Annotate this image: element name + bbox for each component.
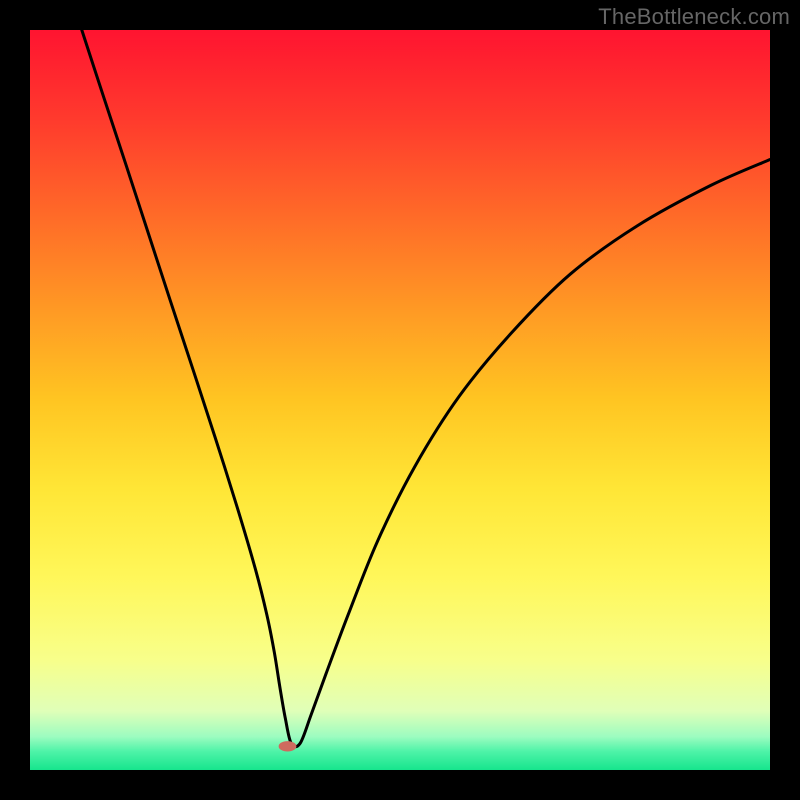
chart-background [30, 30, 770, 770]
optimal-point-marker [279, 741, 297, 751]
chart-frame: TheBottleneck.com [0, 0, 800, 800]
watermark-text: TheBottleneck.com [598, 4, 790, 30]
chart-svg [30, 30, 770, 770]
plot-area [30, 30, 770, 770]
